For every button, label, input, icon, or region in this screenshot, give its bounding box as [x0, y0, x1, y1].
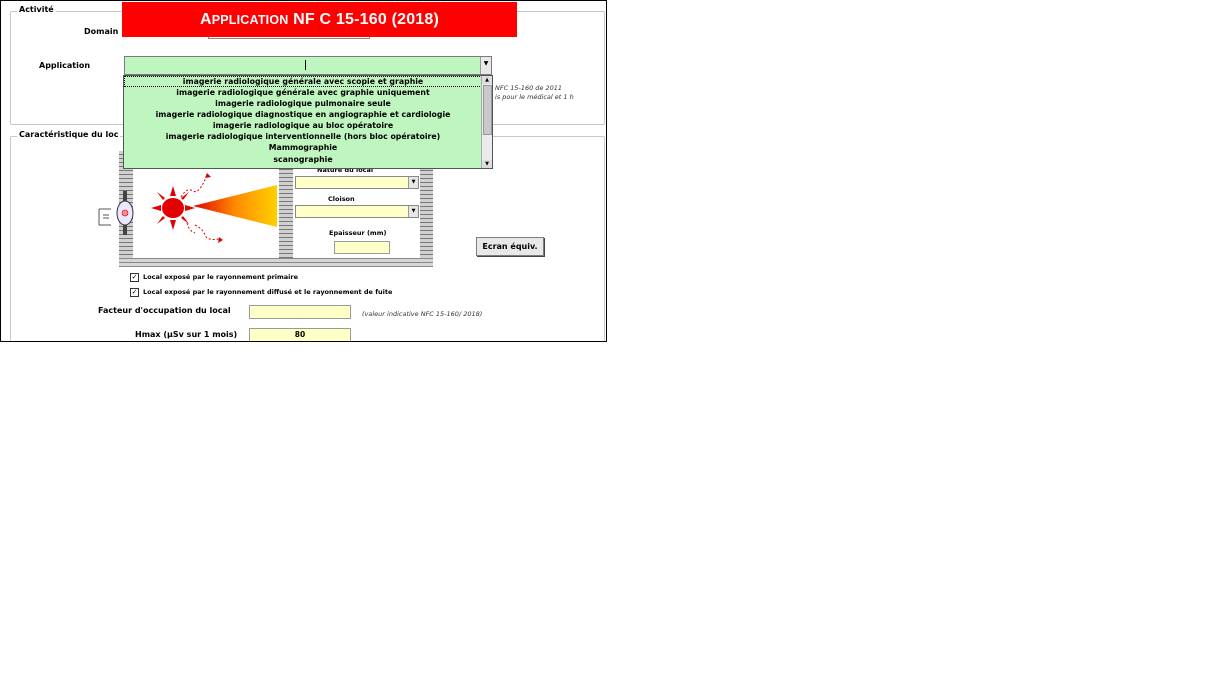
facteur-label: Facteur d'occupation du local — [98, 306, 231, 315]
title-first-letter: A — [199, 10, 212, 28]
middle-wall — [279, 161, 293, 258]
application-combo[interactable]: ▼ — [124, 56, 492, 75]
xray-tube-icon — [98, 191, 134, 235]
dropdown-item[interactable]: imagerie radiologique au bloc opératoire — [124, 120, 482, 131]
form-window: Activité Domain Application ▼ NFC 15-160… — [0, 0, 607, 342]
dropdown-item[interactable]: scanographie — [124, 154, 482, 165]
scatter-arrows-icon — [180, 173, 223, 243]
dropdown-item[interactable]: imagerie radiologique générale avec grap… — [124, 87, 482, 98]
chevron-down-icon[interactable]: ▼ — [408, 206, 418, 217]
hmax-label: Hmax (µSv sur 1 mois) — [135, 330, 238, 339]
chevron-down-icon[interactable]: ▼ — [480, 57, 491, 74]
dropdown-item[interactable]: imagerie radiologique générale avec scop… — [124, 76, 482, 87]
ecran-equiv-button[interactable]: Ecran équiv. — [476, 237, 544, 256]
cloison-combo[interactable]: ▼ — [295, 205, 419, 218]
diffuse-radiation-checkbox[interactable]: ✓ — [130, 288, 139, 297]
cloison-label: Cloison — [328, 195, 355, 203]
activite-note-1: NFC 15-160 de 2011 — [495, 84, 563, 92]
page-title-banner: A PPLICATION NF C 15-160 (2018) — [122, 2, 517, 37]
activite-legend: Activité — [17, 5, 56, 14]
epaisseur-input[interactable] — [334, 241, 390, 254]
hmax-input[interactable]: 80 — [249, 328, 351, 341]
epaisseur-label: Epaisseur (mm) — [329, 229, 387, 237]
facteur-note: (valeur indicative NFC 15-160/ 2018) — [362, 310, 483, 318]
dropdown-item[interactable]: Mammographie — [124, 142, 482, 153]
title-suffix: NF C 15-160 (2018) — [288, 10, 440, 28]
nature-combo[interactable]: ▼ — [295, 176, 419, 189]
activite-note-2: is pour le médical et 1 h — [495, 93, 574, 101]
diffuse-radiation-label: Local exposé par le rayonnement diffusé … — [143, 288, 393, 296]
title-smallcaps: PPLICATION — [211, 12, 289, 27]
scroll-thumb[interactable] — [483, 85, 492, 135]
bottom-wall — [119, 258, 433, 267]
application-label: Application — [39, 61, 91, 70]
scroll-down-icon[interactable]: ▼ — [482, 160, 492, 168]
dropdown-item[interactable]: imagerie radiologique pulmonaire seule — [124, 98, 482, 109]
application-dropdown-list: imagerie radiologique générale avec scop… — [123, 75, 493, 169]
chevron-down-icon[interactable]: ▼ — [408, 177, 418, 188]
application-caret — [305, 60, 306, 70]
primary-radiation-label: Local exposé par le rayonnement primaire — [143, 273, 299, 281]
dropdown-item[interactable]: imagerie radiologique diagnostique en an… — [124, 109, 482, 120]
dropdown-item[interactable]: imagerie radiologique interventionnelle … — [124, 131, 482, 142]
scroll-up-icon[interactable]: ▲ — [482, 76, 492, 84]
primary-radiation-checkbox[interactable]: ✓ — [130, 273, 139, 282]
facteur-input[interactable] — [249, 305, 351, 319]
local-legend: Caractéristique du loc — [17, 130, 121, 139]
domaine-label: Domain — [84, 27, 119, 36]
dropdown-scrollbar[interactable]: ▲ ▼ — [481, 76, 492, 168]
